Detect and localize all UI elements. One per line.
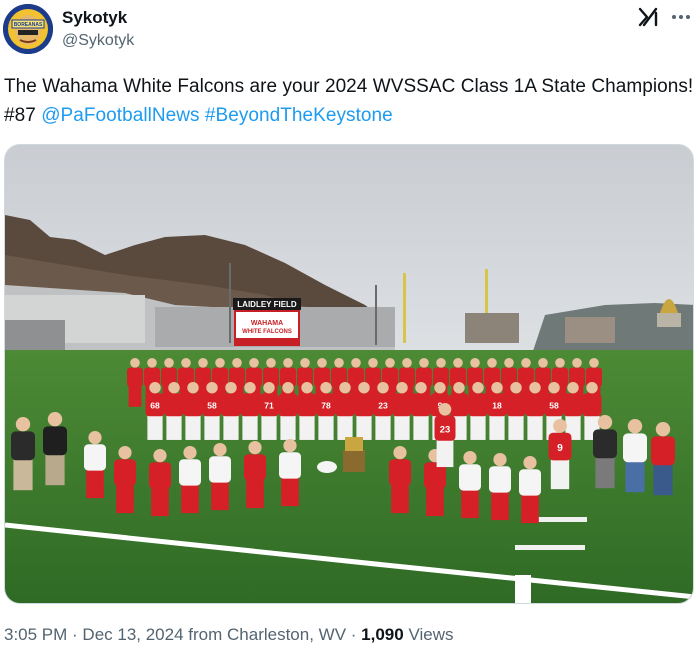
goal-post [403,273,406,343]
jersey-number: 18 [492,401,502,411]
tweet-date[interactable]: Dec 13, 2024 [82,625,183,644]
tweet-header: BOREANAS Sykotyk @Sykotyk [0,0,700,62]
avatar-image: BOREANAS [3,4,53,54]
avatar[interactable]: BOREANAS [3,4,53,54]
banner-line2: WHITE FALCONS [242,329,292,335]
views-count: 1,090 [361,625,404,644]
mention-link[interactable]: @PaFootballNews [41,105,199,126]
avatar-lettering: BOREANAS [14,22,43,28]
jersey-number: 58 [549,401,559,411]
banner-line1: WAHAMA [251,320,283,327]
user-handle[interactable]: @Sykotyk [62,30,134,52]
jersey-number: 78 [321,401,331,411]
more-icon[interactable] [668,6,694,28]
jersey-number: 9 [557,443,563,454]
meta-separator: · [346,625,362,644]
jersey-number: 58 [207,401,217,411]
tweet-location: from Charleston, WV [183,625,347,644]
jersey-number: 68 [150,401,160,411]
tweet-text: The Wahama White Falcons are your 2024 W… [4,72,694,130]
team-photo: LAIDLEY FIELD WAHAMA WHITE FALCONS 68 58 7… [5,145,693,603]
display-name[interactable]: Sykotyk [62,7,134,28]
author-block: Sykotyk @Sykotyk [62,7,134,52]
meta-separator: · [67,625,83,644]
tweet-meta: 3:05 PM · Dec 13, 2024 from Charleston, … [4,624,453,646]
tweet-photo[interactable]: LAIDLEY FIELD WAHAMA WHITE FALCONS 68 58 7… [4,144,694,604]
hashtag-link[interactable]: #BeyondTheKeystone [205,105,393,126]
grok-icon[interactable] [636,4,662,30]
jersey-number: 71 [264,401,274,411]
views-label: Views [403,625,454,644]
field-sign-title: LAIDLEY FIELD [237,300,297,309]
jersey-number: 23 [378,401,388,411]
jersey-number: 23 [440,424,451,435]
trophy [343,450,365,472]
tweet-time[interactable]: 3:05 PM [4,625,67,644]
helmet [317,461,337,473]
